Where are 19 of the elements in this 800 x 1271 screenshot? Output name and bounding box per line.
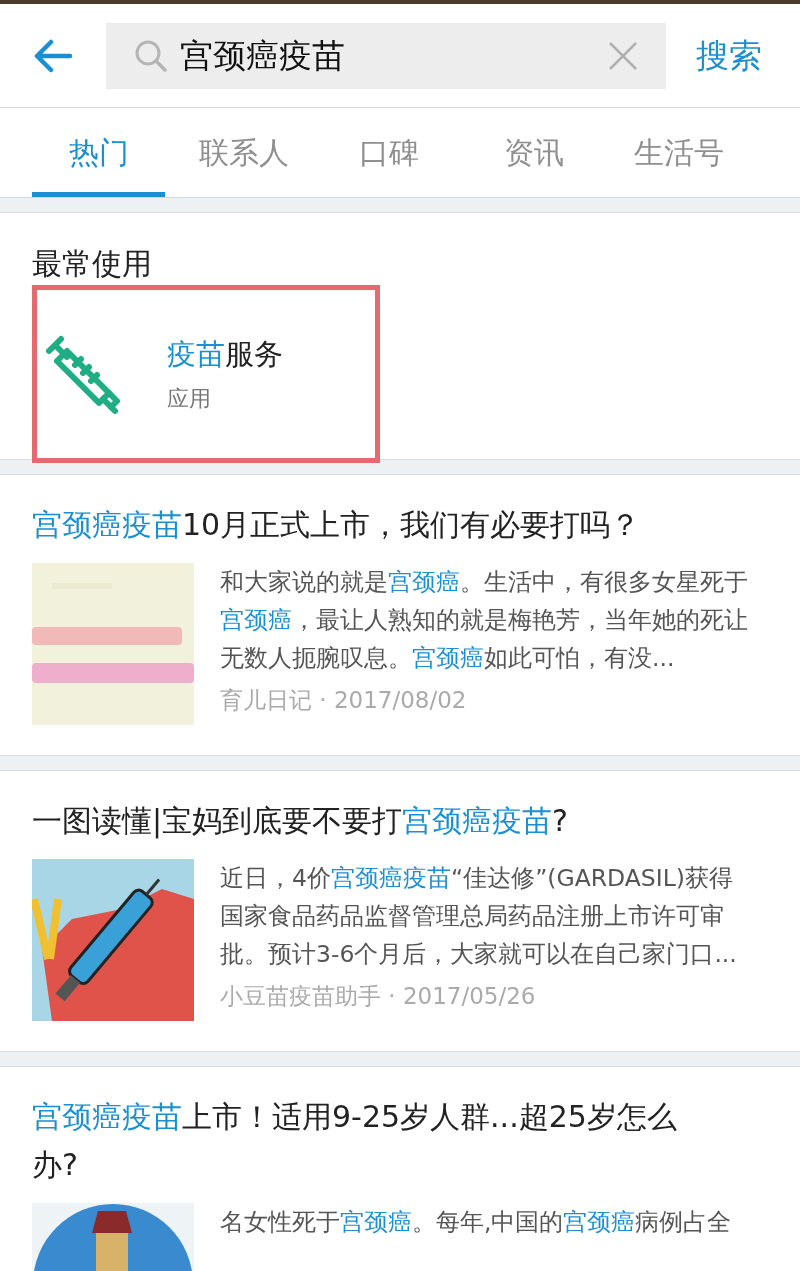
- search-button[interactable]: 搜索: [696, 30, 762, 81]
- search-input[interactable]: 宫颈癌疫苗: [180, 30, 608, 81]
- search-field[interactable]: 宫颈癌疫苗: [106, 22, 666, 89]
- app-title: 疫苗服务: [167, 335, 283, 373]
- article-title[interactable]: 宫颈癌疫苗10月正式上市，我们有必要打吗？: [32, 501, 756, 549]
- article-summary: 近日，4价宫颈癌疫苗“佳达修”(GARDASIL)获得国家食品药品监督管理总局药品注册上市许可审批。预计3-6个月后，大家就可以在自己家门口...: [220, 863, 738, 970]
- article-summary: 名女性死于宫颈癌。每年,中国的宫颈癌病例占全: [220, 1207, 733, 1238]
- clear-icon[interactable]: [608, 40, 638, 71]
- app-result[interactable]: 疫苗服务 应用: [32, 285, 380, 463]
- tab[interactable]: 热门: [32, 108, 165, 197]
- article-title[interactable]: 一图读懂|宝妈到底要不要打宫颈癌疫苗?: [32, 797, 756, 845]
- app-subtitle: 应用: [167, 384, 212, 413]
- section-heading: 最常使用: [32, 245, 153, 283]
- back-arrow-icon: [34, 38, 72, 73]
- search-icon: [134, 38, 168, 73]
- article-summary: 和大家说的就是宫颈癌。生活中，有很多女星死于宫颈癌，最让人熟知的就是梅艳芳，当年她的死让无数人扼腕叹息。宫颈癌如此可怕，有没...: [220, 567, 749, 674]
- article-title[interactable]: 宫颈癌疫苗上市！适用9-25岁人群...超25岁怎么办?: [32, 1093, 756, 1189]
- article-source: 育儿日记 · 2017/08/02: [220, 686, 468, 715]
- article-source: 小豆苗疫苗助手 · 2017/05/26: [220, 982, 537, 1011]
